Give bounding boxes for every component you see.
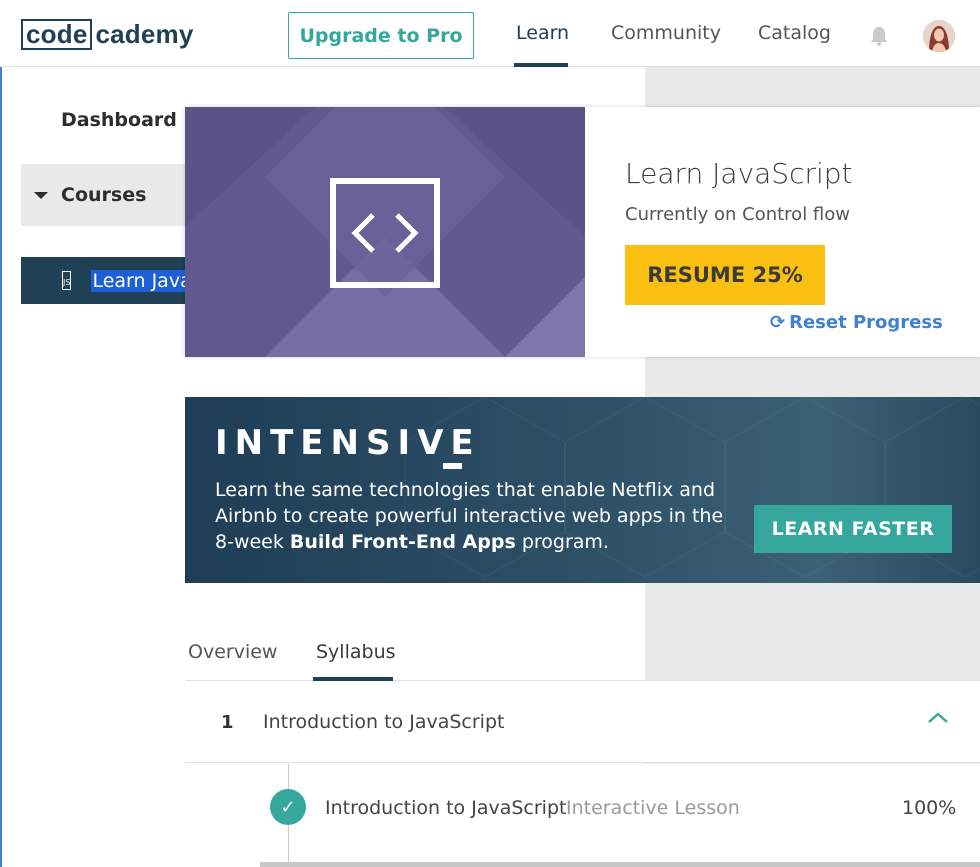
syllabus-unit-row[interactable]: 1 Introduction to JavaScript	[185, 681, 980, 763]
nav-active-indicator	[514, 63, 568, 67]
resume-button[interactable]: RESUME 25%	[625, 245, 825, 305]
logo-text: cademy	[95, 19, 194, 49]
tab-syllabus[interactable]: Syllabus	[316, 641, 396, 663]
sidebar-item-courses[interactable]: Courses	[21, 164, 191, 226]
sidebar-courses-label: Courses	[61, 184, 147, 206]
unit-title: Introduction to JavaScript	[263, 711, 505, 733]
intensive-description: Learn the same technologies that enable …	[215, 477, 745, 555]
course-title: Learn JavaScript	[625, 157, 853, 190]
reset-progress-link[interactable]: ⟳ Reset Progress	[770, 312, 943, 333]
intensive-banner: INTENSIVE Learn the same technologies th…	[185, 397, 980, 583]
window-edge	[0, 0, 2, 867]
lesson-row[interactable]: ✓ Introduction to JavaScript Interactive…	[185, 764, 980, 864]
refresh-icon: ⟳	[770, 312, 786, 333]
sidebar-item-dashboard[interactable]: Dashboard	[61, 109, 177, 131]
unit-number: 1	[221, 712, 234, 733]
tab-overview[interactable]: Overview	[188, 641, 277, 663]
top-navigation: code cademy Upgrade to Pro Learn Communi…	[0, 0, 980, 67]
avatar[interactable]	[923, 20, 955, 52]
sidebar-course-label: Learn JavaScript	[91, 269, 191, 292]
nav-catalog[interactable]: Catalog	[758, 22, 831, 44]
horizontal-scrollbar[interactable]	[260, 862, 980, 867]
lesson-type: Interactive Lesson	[566, 797, 740, 819]
course-card: Learn JavaScript Currently on Control fl…	[185, 107, 980, 357]
nav-community[interactable]: Community	[611, 22, 721, 44]
upgrade-to-pro-button[interactable]: Upgrade to Pro	[288, 12, 474, 59]
logo-code-box: code	[21, 18, 93, 50]
reset-progress-label: Reset Progress	[789, 312, 943, 333]
learn-faster-button[interactable]: LEARN FASTER	[754, 505, 952, 553]
code-brackets-icon	[185, 107, 585, 357]
checkmark-icon: ✓	[270, 789, 306, 825]
chevron-up-icon[interactable]	[927, 711, 949, 725]
nav-learn[interactable]: Learn	[516, 22, 569, 44]
intensive-title-accent	[443, 463, 462, 469]
profile-photo-icon	[923, 20, 955, 52]
sidebar-item-learn-javascript[interactable]: JS Learn JavaScript	[21, 257, 191, 304]
course-hero-image	[185, 107, 585, 357]
codecademy-logo[interactable]: code cademy	[21, 18, 194, 50]
intensive-program-name: Build Front-End Apps	[289, 531, 516, 553]
lesson-title[interactable]: Introduction to JavaScript	[325, 797, 566, 819]
caret-down-icon	[34, 191, 48, 199]
js-file-icon: JS	[62, 271, 72, 290]
bell-icon[interactable]	[868, 25, 890, 47]
intensive-text-part-2: program.	[515, 531, 609, 553]
course-current-lesson: Currently on Control flow	[625, 204, 850, 225]
lesson-progress-percent: 100%	[902, 797, 957, 819]
intensive-title: INTENSIVE	[215, 423, 481, 463]
